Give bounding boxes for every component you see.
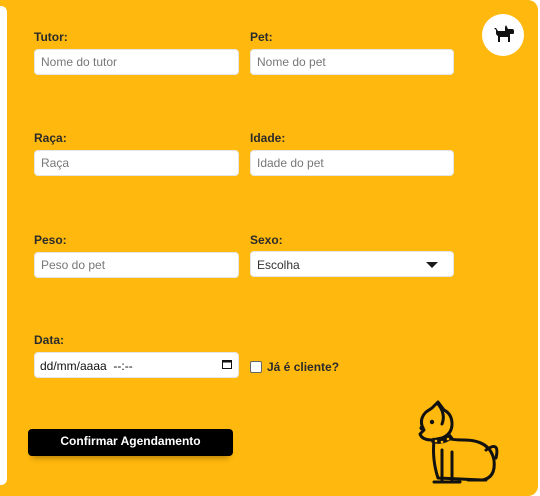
form-panel: Tutor: Pet: Raça: Idade: Peso: Sexo: Esc… [0, 0, 538, 496]
date-input-value: dd/mm/aaaa --:-- [40, 359, 133, 373]
sex-select-value: Escolha [257, 258, 300, 272]
logo-badge [482, 14, 524, 56]
tutor-label: Tutor: [34, 30, 68, 44]
existing-client-checkbox[interactable] [250, 361, 262, 373]
date-input[interactable]: dd/mm/aaaa --:-- [34, 352, 239, 378]
chevron-down-icon [426, 262, 438, 268]
age-label: Idade: [250, 131, 286, 145]
weight-input[interactable] [34, 252, 239, 278]
sitting-dog-illustration [418, 400, 499, 484]
confirm-appointment-button[interactable]: Confirmar Agendamento [28, 429, 233, 456]
left-edge-strip [0, 6, 7, 485]
calendar-icon[interactable] [222, 359, 232, 369]
dog-icon [494, 25, 514, 42]
breed-label: Raça: [34, 131, 67, 145]
pet-name-input[interactable] [250, 49, 454, 75]
sex-select[interactable]: Escolha [250, 251, 454, 277]
date-label: Data: [34, 333, 65, 347]
breed-input[interactable] [34, 150, 239, 176]
tutor-input[interactable] [34, 49, 239, 75]
sex-label: Sexo: [250, 233, 283, 247]
pet-label: Pet: [250, 30, 273, 44]
existing-client-label: Já é cliente? [267, 360, 340, 374]
weight-label: Peso: [34, 233, 67, 247]
age-input[interactable] [250, 150, 454, 176]
